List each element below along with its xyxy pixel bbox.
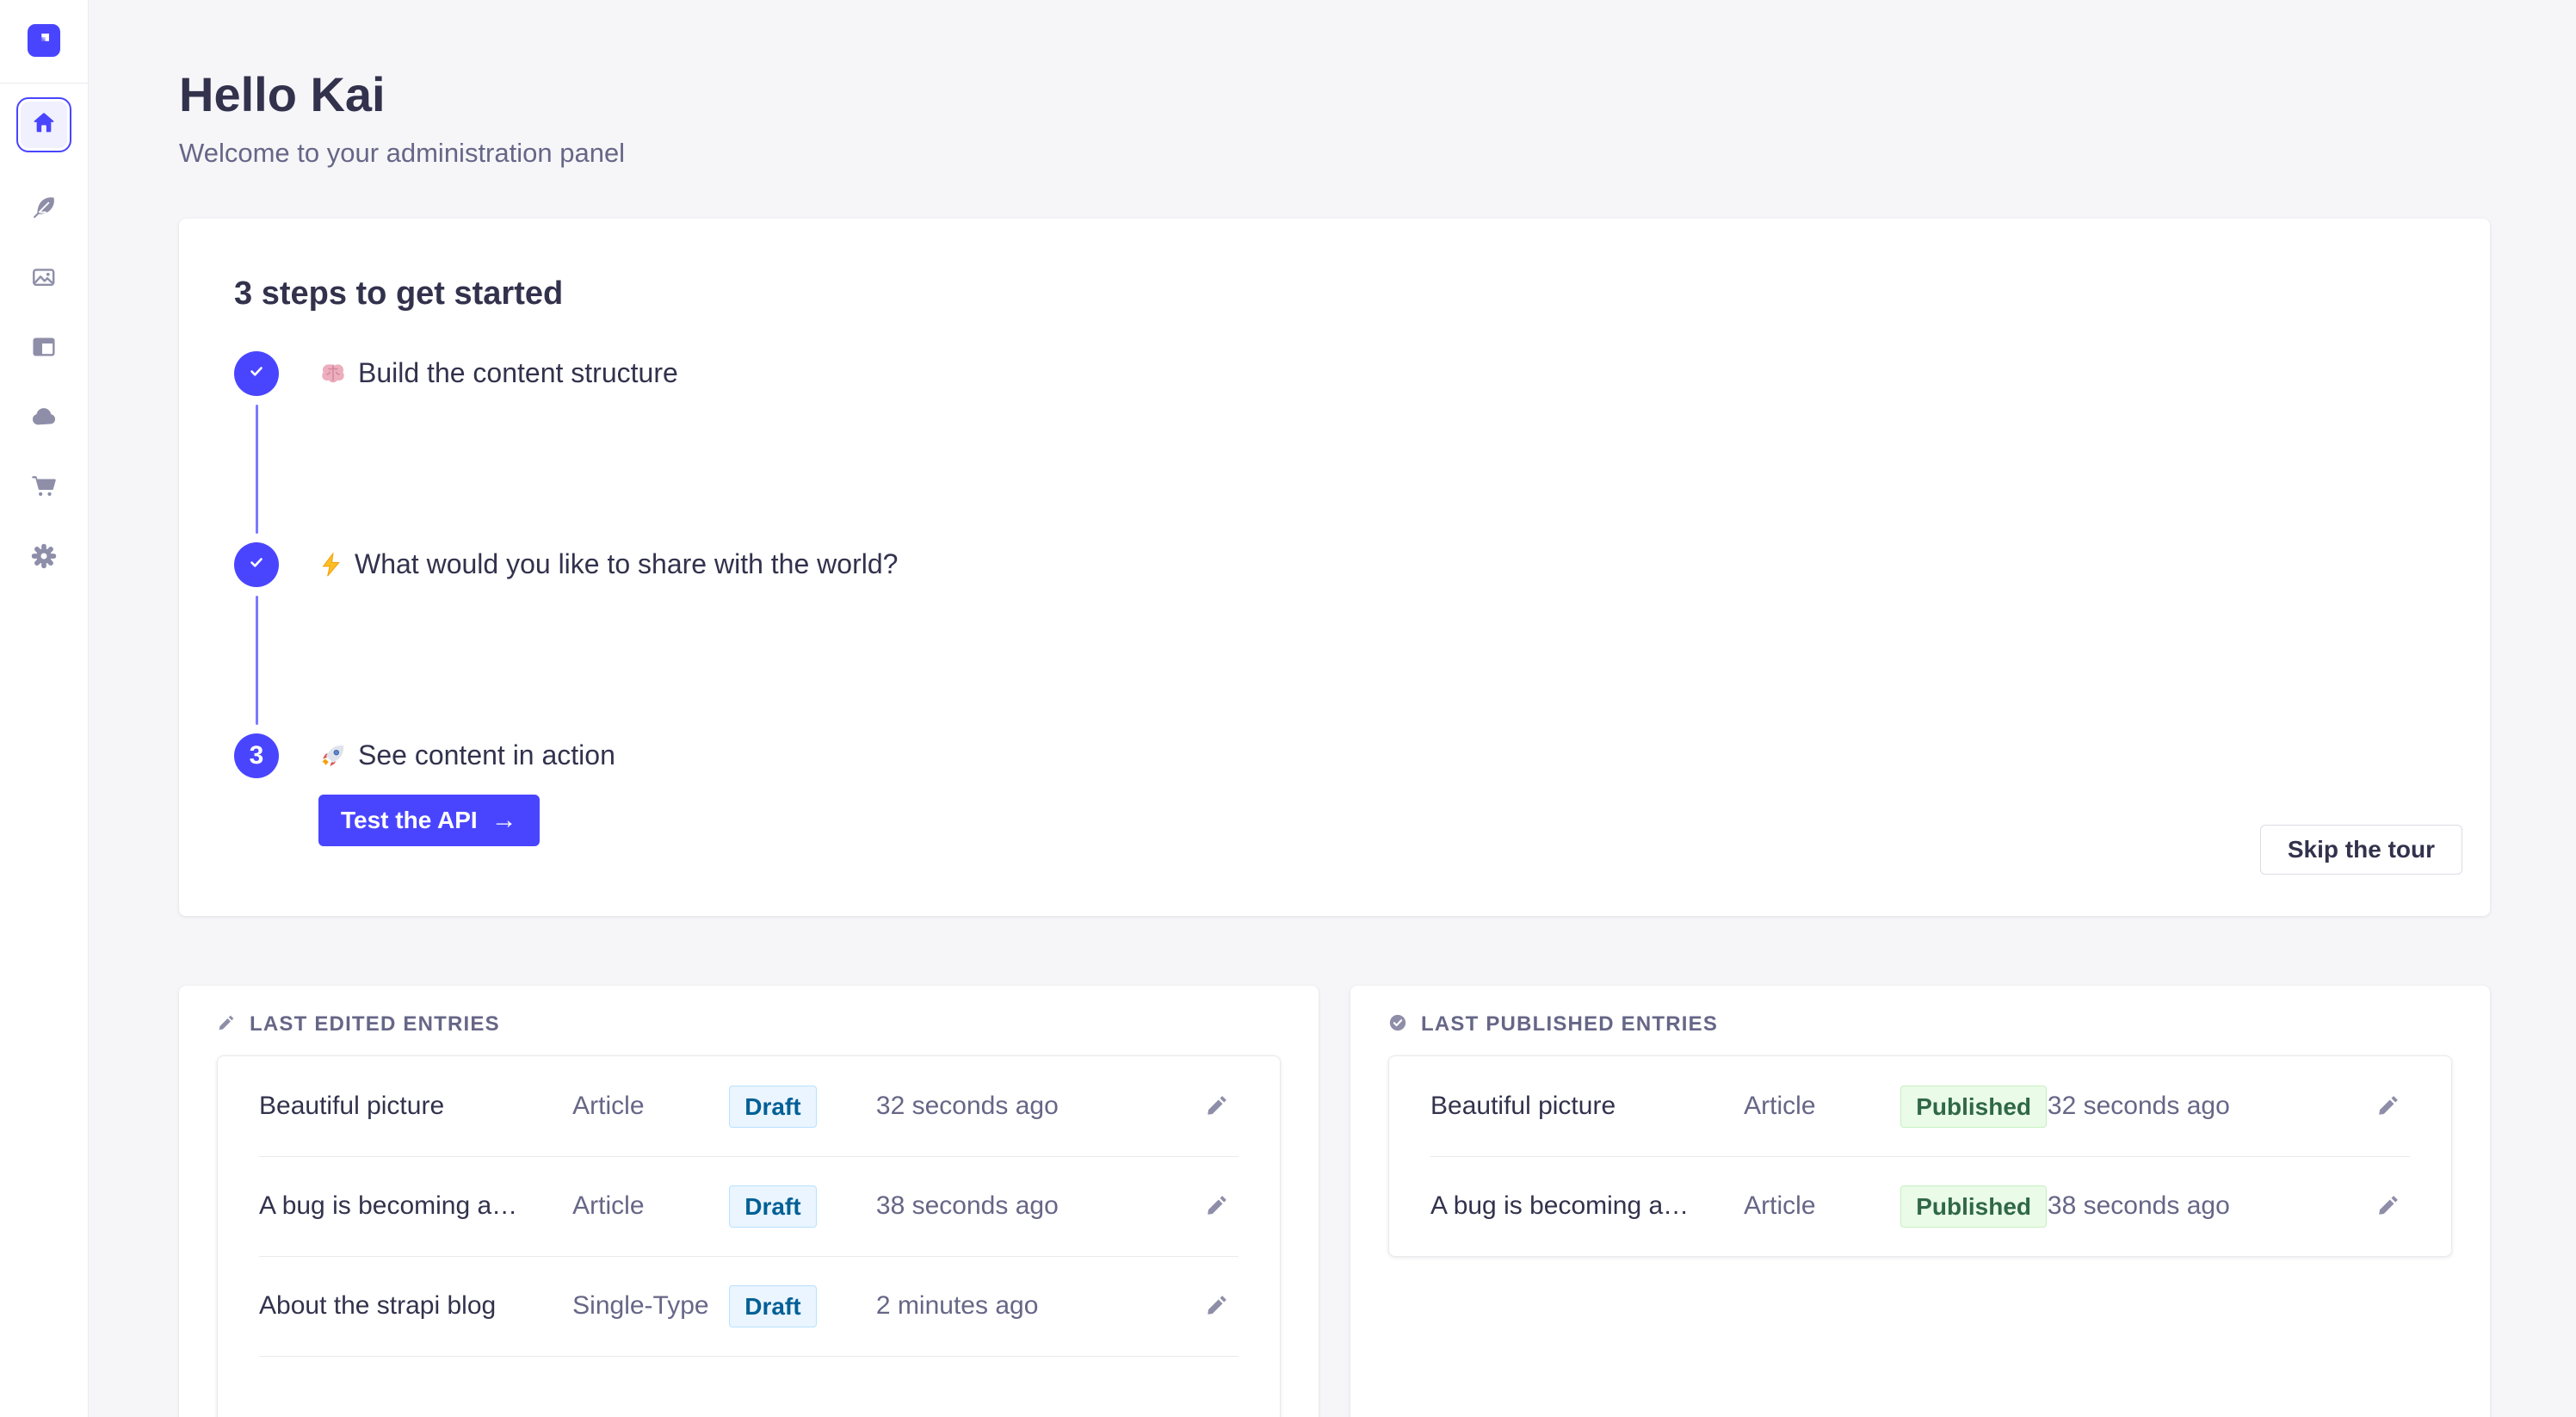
status-badge: Draft xyxy=(729,1185,816,1228)
pencil-icon xyxy=(2375,1192,2401,1221)
check-circle-icon xyxy=(1388,1013,1407,1036)
last-published-rows: Beautiful picture Article Published 32 s… xyxy=(1389,1056,2451,1256)
edit-entry-button[interactable] xyxy=(2372,1089,2405,1124)
sidebar-divider xyxy=(0,83,89,84)
cloud-icon xyxy=(29,402,59,431)
entry-title: A bug is becoming a… xyxy=(259,1191,572,1221)
test-api-row: Test the API → xyxy=(318,795,2435,846)
home-icon xyxy=(30,109,58,141)
step-3-label[interactable]: See content in action xyxy=(318,739,615,771)
entry-title: Beautiful picture xyxy=(259,1092,572,1121)
page-subtitle: Welcome to your administration panel xyxy=(179,138,2490,169)
sidebar xyxy=(0,0,89,1417)
status-badge: Published xyxy=(1900,1185,2047,1228)
check-icon xyxy=(246,550,267,579)
entry-type: Article xyxy=(572,1191,729,1221)
guided-tour-title: 3 steps to get started xyxy=(234,274,2435,315)
entry-type: Single-Type xyxy=(572,1291,729,1321)
sidebar-item-media-library[interactable] xyxy=(29,263,59,292)
step-3-number-circle: 3 xyxy=(234,733,279,778)
status-badge: Draft xyxy=(729,1086,816,1128)
edit-entry-button[interactable] xyxy=(2372,1189,2405,1224)
edit-entry-button[interactable] xyxy=(1201,1289,1233,1324)
sidebar-item-content-manager[interactable] xyxy=(29,193,59,222)
table-row: A bug is becoming a… Article Draft 38 se… xyxy=(218,1156,1280,1256)
entries-section: LAST EDITED ENTRIES Beautiful picture Ar… xyxy=(179,986,2490,1417)
feather-icon xyxy=(30,194,58,221)
table-row: A bug is becoming a… Article Published 3… xyxy=(1389,1156,2451,1256)
gear-icon xyxy=(29,541,59,571)
pencil-icon xyxy=(217,1013,236,1036)
step-2-done-circle xyxy=(234,542,279,587)
entry-title: Beautiful picture xyxy=(1430,1092,1744,1121)
entry-title: About the strapi blog xyxy=(259,1291,572,1321)
sidebar-item-marketplace[interactable] xyxy=(29,472,59,501)
step-connector xyxy=(234,587,2435,733)
layout-icon xyxy=(30,333,58,361)
entry-updated-time: 38 seconds ago xyxy=(2048,1191,2322,1221)
last-edited-rows: Beautiful picture Article Draft 32 secon… xyxy=(218,1056,1280,1356)
pictures-icon xyxy=(30,263,58,291)
edit-entry-button[interactable] xyxy=(1201,1089,1233,1124)
last-edited-heading: LAST EDITED ENTRIES xyxy=(250,1012,500,1036)
arrow-right-icon: → xyxy=(491,808,517,833)
entry-updated-time: 32 seconds ago xyxy=(2048,1092,2322,1121)
strapi-logo[interactable] xyxy=(28,24,60,57)
sidebar-item-settings[interactable] xyxy=(29,541,59,571)
entry-updated-time: 38 seconds ago xyxy=(876,1191,1151,1221)
main-content: Hello Kai Welcome to your administration… xyxy=(89,0,2576,1417)
skip-the-tour-button[interactable]: Skip the tour xyxy=(2260,825,2462,875)
entry-type: Article xyxy=(1744,1191,1900,1221)
last-edited-header: LAST EDITED ENTRIES xyxy=(217,1013,1281,1036)
step-1-label[interactable]: Build the content structure xyxy=(318,357,678,389)
table-row: Beautiful picture Article Published 32 s… xyxy=(1389,1056,2451,1156)
edit-entry-button[interactable] xyxy=(1201,1189,1233,1224)
last-edited-table: Beautiful picture Article Draft 32 secon… xyxy=(217,1055,1281,1417)
strapi-logo-icon xyxy=(33,28,55,54)
entry-updated-time: 2 minutes ago xyxy=(876,1291,1151,1321)
strapi-admin-homepage: { "colors": { "primary": "#4945ff", "pri… xyxy=(0,0,2576,1417)
test-the-api-button[interactable]: Test the API → xyxy=(318,795,540,846)
entry-title: A bug is becoming a… xyxy=(1430,1191,1744,1221)
step-2-row: What would you like to share with the wo… xyxy=(234,542,2435,587)
cart-icon xyxy=(29,472,59,501)
sidebar-item-deploy[interactable] xyxy=(29,402,59,431)
pencil-icon xyxy=(1204,1292,1230,1321)
step-connector xyxy=(234,396,2435,542)
status-badge: Published xyxy=(1900,1086,2047,1128)
last-published-entries-card: LAST PUBLISHED ENTRIES Beautiful picture… xyxy=(1350,986,2490,1417)
check-icon xyxy=(246,359,267,388)
page-title: Hello Kai xyxy=(179,67,2490,122)
last-published-header: LAST PUBLISHED ENTRIES xyxy=(1388,1013,2452,1036)
entry-type: Article xyxy=(1744,1092,1900,1121)
entry-type: Article xyxy=(572,1092,729,1121)
table-row: About the strapi blog Single-Type Draft … xyxy=(218,1256,1280,1356)
sidebar-item-content-type-builder[interactable] xyxy=(29,332,59,362)
status-badge: Draft xyxy=(729,1285,816,1327)
step-1-done-circle xyxy=(234,351,279,396)
table-row: Beautiful picture Article Draft 32 secon… xyxy=(218,1056,1280,1156)
pencil-icon xyxy=(1204,1192,1230,1221)
steps-list: Build the content structure xyxy=(234,351,2435,846)
rocket-emoji xyxy=(318,741,348,770)
table-row-partial xyxy=(218,1356,1280,1417)
step-1-row: Build the content structure xyxy=(234,351,2435,396)
sidebar-item-home[interactable] xyxy=(16,97,71,152)
guided-tour-card: 3 steps to get started xyxy=(179,219,2490,916)
zap-emoji xyxy=(318,550,344,579)
brain-emoji xyxy=(318,359,348,388)
pencil-icon xyxy=(1204,1092,1230,1121)
step-3-row: 3 See content in action xyxy=(234,733,2435,778)
last-published-table: Beautiful picture Article Published 32 s… xyxy=(1388,1055,2452,1257)
last-edited-entries-card: LAST EDITED ENTRIES Beautiful picture Ar… xyxy=(179,986,1319,1417)
pencil-icon xyxy=(2375,1092,2401,1121)
step-2-label[interactable]: What would you like to share with the wo… xyxy=(318,548,898,580)
entry-updated-time: 32 seconds ago xyxy=(876,1092,1151,1121)
last-published-heading: LAST PUBLISHED ENTRIES xyxy=(1421,1012,1718,1036)
